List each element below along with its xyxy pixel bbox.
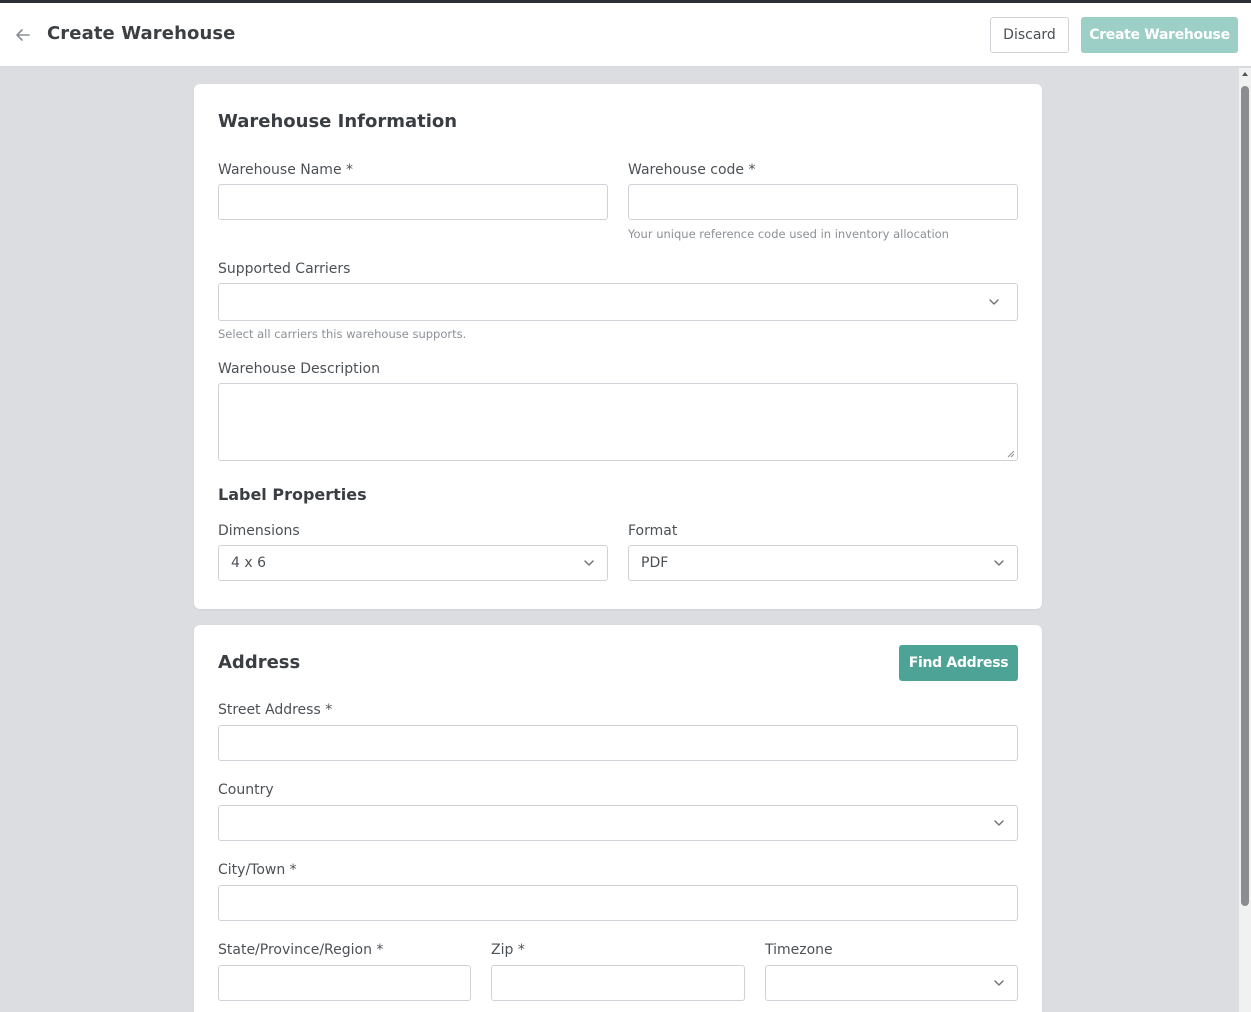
warehouse-code-input[interactable] (628, 184, 1018, 220)
chevron-down-icon (584, 560, 594, 566)
chevron-down-icon (994, 820, 1004, 826)
scrollbar-thumb[interactable] (1241, 86, 1249, 906)
city-town-label: City/Town * (218, 862, 297, 878)
warehouse-name-label: Warehouse Name * (218, 162, 354, 178)
dimensions-label: Dimensions (218, 523, 300, 539)
section-title-label-properties: Label Properties (218, 485, 367, 504)
timezone-label: Timezone (765, 942, 833, 958)
format-select[interactable]: PDF (628, 545, 1018, 581)
format-value: PDF (641, 555, 669, 571)
page-header: Create Warehouse Discard Create Warehous… (0, 3, 1251, 67)
warehouse-code-label: Warehouse code * (628, 162, 756, 178)
create-warehouse-button[interactable]: Create Warehouse (1081, 17, 1238, 53)
scroll-up-arrow-icon[interactable] (1241, 70, 1249, 78)
warehouse-description-textarea[interactable] (218, 383, 1018, 461)
warehouse-description-label: Warehouse Description (218, 361, 380, 377)
street-address-input[interactable] (218, 725, 1018, 761)
chevron-down-icon (994, 980, 1004, 986)
country-label: Country (218, 782, 274, 798)
state-province-region-input[interactable] (218, 965, 471, 1001)
street-address-label: Street Address * (218, 702, 333, 718)
timezone-select[interactable] (765, 965, 1018, 1001)
zip-input[interactable] (491, 965, 745, 1001)
dimensions-value: 4 x 6 (231, 555, 266, 571)
warehouse-code-help: Your unique reference code used in inven… (628, 227, 949, 241)
zip-label: Zip * (491, 942, 525, 958)
supported-carriers-label: Supported Carriers (218, 261, 351, 277)
find-address-button[interactable]: Find Address (899, 645, 1018, 681)
chevron-down-icon (994, 560, 1004, 566)
back-arrow-icon[interactable] (12, 25, 34, 45)
format-label: Format (628, 523, 678, 539)
vertical-scrollbar[interactable] (1239, 68, 1251, 1012)
resize-handle-icon[interactable] (1006, 449, 1015, 458)
supported-carriers-select[interactable] (218, 283, 1018, 321)
discard-button[interactable]: Discard (990, 17, 1069, 53)
supported-carriers-help: Select all carriers this warehouse suppo… (218, 327, 467, 341)
country-select[interactable] (218, 805, 1018, 841)
page-title: Create Warehouse (47, 23, 236, 44)
warehouse-information-card: Warehouse Information Warehouse Name * W… (194, 84, 1042, 609)
address-card: Address Find Address Street Address * Co… (194, 625, 1042, 1012)
city-town-input[interactable] (218, 885, 1018, 921)
section-title-warehouse-information: Warehouse Information (218, 111, 458, 132)
dimensions-select[interactable]: 4 x 6 (218, 545, 608, 581)
warehouse-name-input[interactable] (218, 184, 608, 220)
state-province-region-label: State/Province/Region * (218, 942, 384, 958)
chevron-down-icon (989, 299, 999, 305)
section-title-address: Address (218, 652, 301, 673)
